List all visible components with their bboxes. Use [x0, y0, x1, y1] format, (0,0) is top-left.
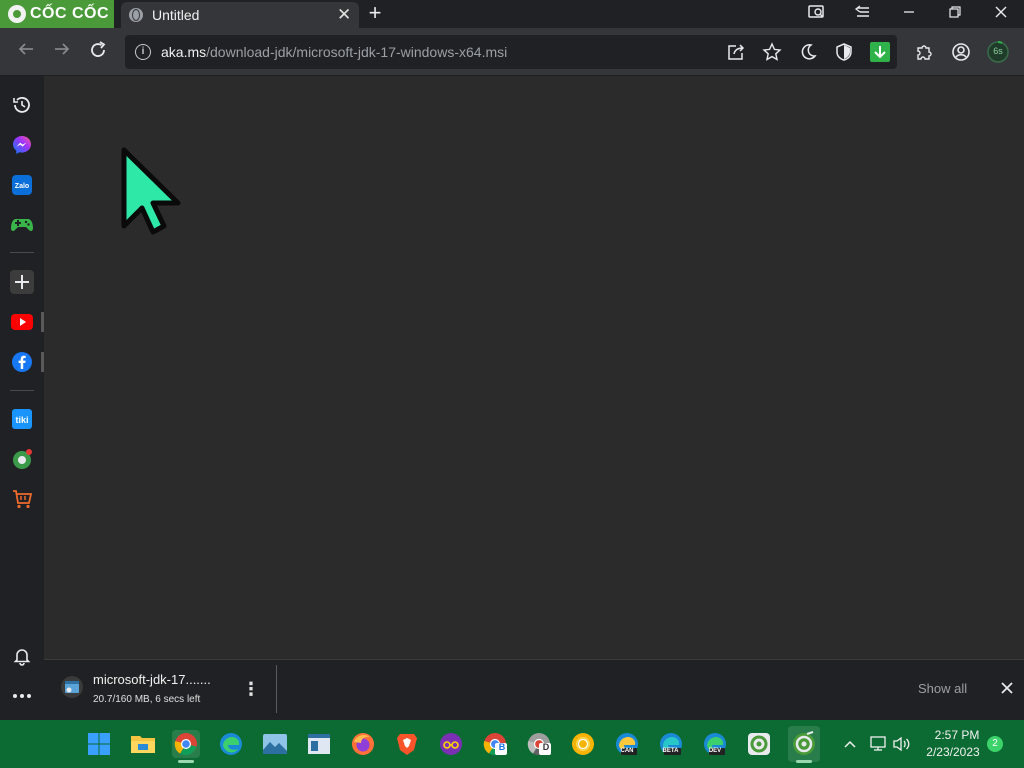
notification-bell-icon[interactable]: [10, 644, 34, 668]
running-indicator: [796, 760, 812, 763]
football-icon[interactable]: [10, 447, 34, 471]
tiki-icon[interactable]: tiki: [10, 407, 34, 431]
chrome-beta-badge: B: [498, 742, 506, 752]
show-hidden-icons-chevron-icon[interactable]: [836, 730, 864, 758]
edge-canary-badge: CAN: [620, 748, 634, 754]
edge-dev-icon[interactable]: DEV: [701, 730, 729, 758]
photos-icon[interactable]: [261, 730, 289, 758]
coccoc-taskbar-icon[interactable]: [788, 726, 820, 762]
globe-icon: [129, 8, 143, 22]
dark-mode-moon-icon[interactable]: [798, 42, 818, 62]
facebook-icon[interactable]: [10, 350, 34, 374]
restore-button[interactable]: [940, 4, 970, 24]
search-tabs-icon[interactable]: [802, 4, 832, 24]
running-indicator: [178, 760, 194, 763]
firefox-icon[interactable]: [349, 730, 377, 758]
more-options-icon[interactable]: [10, 684, 34, 708]
minimize-button[interactable]: [894, 4, 924, 24]
brave-icon[interactable]: [393, 730, 421, 758]
extensions-puzzle-icon[interactable]: [914, 42, 934, 62]
edge-beta-icon[interactable]: BETA: [657, 730, 685, 758]
back-button[interactable]: [14, 40, 38, 64]
app-window-icon[interactable]: [305, 730, 333, 758]
shelf-divider: [276, 665, 277, 713]
url-path: /download-jdk/microsoft-jdk-17-windows-x…: [206, 44, 508, 60]
chrome-beta-icon[interactable]: B: [481, 730, 509, 758]
new-tab-button[interactable]: +: [364, 2, 386, 26]
url-host: aka.ms: [161, 44, 207, 60]
coccoc-alt-icon[interactable]: [745, 730, 773, 758]
download-time-label: 6s: [993, 46, 1003, 56]
tab-close-icon[interactable]: ✕: [337, 5, 351, 25]
svg-text:tiki: tiki: [15, 415, 28, 425]
tab-title: Untitled: [152, 7, 200, 23]
download-menu-icon[interactable]: ⋮: [242, 678, 260, 700]
download-status: 20.7/160 MB, 6 secs left: [93, 694, 201, 705]
page-content[interactable]: [44, 76, 1024, 659]
download-file-name[interactable]: microsoft-jdk-17.......: [93, 672, 211, 687]
forward-button[interactable]: [50, 40, 74, 64]
volume-icon[interactable]: [888, 730, 916, 758]
download-item-icon[interactable]: [61, 676, 83, 698]
shopping-cart-icon[interactable]: [10, 487, 34, 511]
mouse-cursor-icon: [118, 146, 188, 236]
chrome-canary-icon[interactable]: [569, 730, 597, 758]
close-shelf-icon[interactable]: [997, 678, 1017, 700]
chrome-dev-icon[interactable]: D: [525, 730, 553, 758]
edge-icon[interactable]: [217, 730, 245, 758]
edge-dev-badge: DEV: [708, 748, 722, 754]
profile-avatar-icon[interactable]: [951, 42, 971, 62]
sidebar-divider: [10, 390, 34, 391]
gamepad-icon[interactable]: [10, 213, 34, 237]
download-arrow-icon[interactable]: [870, 42, 890, 62]
zalo-icon[interactable]: Zalo: [10, 173, 34, 197]
incognito-browser-icon[interactable]: [437, 730, 465, 758]
site-info-icon[interactable]: i: [135, 44, 151, 60]
add-sidebar-app-icon[interactable]: [10, 270, 34, 294]
close-window-button[interactable]: [986, 4, 1016, 24]
download-progress-badge[interactable]: 6s: [986, 40, 1010, 64]
chrome-dev-badge: D: [542, 742, 550, 752]
edge-beta-badge: BETA: [662, 748, 679, 754]
chrome-icon[interactable]: [172, 730, 200, 758]
history-icon[interactable]: [10, 93, 34, 117]
share-icon[interactable]: [726, 42, 746, 62]
start-windows-icon[interactable]: [85, 730, 113, 758]
messenger-icon[interactable]: [10, 133, 34, 157]
browser-tab[interactable]: Untitled ✕: [121, 2, 359, 28]
sidebar-toggle-icon[interactable]: [848, 4, 878, 24]
reload-button[interactable]: [86, 40, 110, 64]
notification-count-badge[interactable]: 2: [987, 736, 1003, 752]
coccoc-logo-icon: [8, 5, 26, 23]
clock-time[interactable]: 2:57 PM: [931, 728, 983, 742]
youtube-icon[interactable]: [10, 310, 34, 334]
svg-text:Zalo: Zalo: [15, 183, 29, 190]
edge-canary-icon[interactable]: CAN: [613, 730, 641, 758]
download-shelf: [44, 659, 1024, 720]
bookmark-star-icon[interactable]: [762, 42, 782, 62]
coccoc-menu-button[interactable]: CỐC CỐC: [0, 0, 114, 28]
show-all-button[interactable]: Show all: [918, 681, 967, 696]
brand-label: CỐC CỐC: [30, 5, 110, 22]
sidebar-divider: [10, 252, 34, 253]
clock-date[interactable]: 2/23/2023: [921, 745, 985, 759]
adblock-shield-icon[interactable]: [834, 42, 854, 62]
file-explorer-icon[interactable]: [129, 730, 157, 758]
